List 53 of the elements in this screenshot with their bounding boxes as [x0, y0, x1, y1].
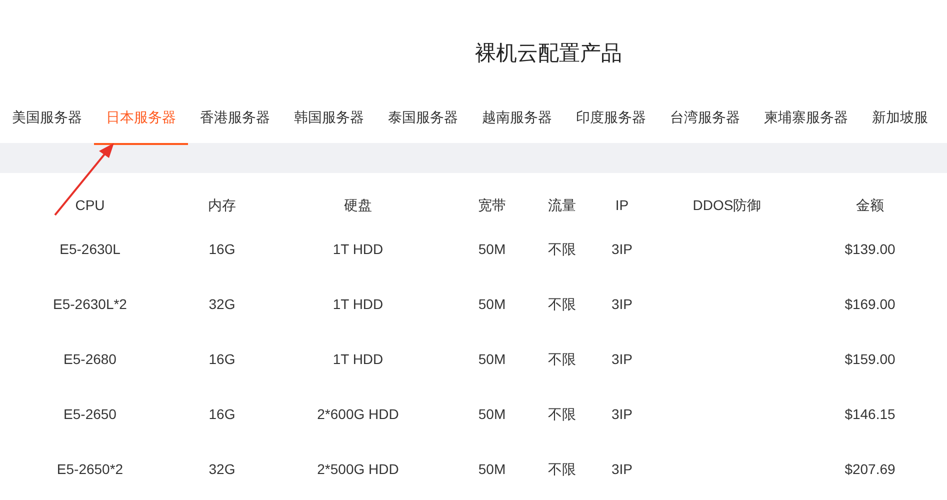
column-header: 宽带	[478, 197, 506, 213]
region-tab[interactable]: 柬埔寨服务器	[752, 90, 860, 145]
region-tab[interactable]: 香港服务器	[188, 90, 282, 145]
region-tab[interactable]: 台湾服务器	[658, 90, 752, 145]
table-cell-text: 不限	[548, 295, 576, 314]
region-tab[interactable]: 印度服务器	[564, 90, 658, 145]
table-cell-text: $169.00	[844, 295, 896, 314]
table-cell-text: 32G	[208, 460, 236, 479]
table-cell-text: 50M	[478, 240, 506, 259]
table-cell-text: E5-2680	[64, 350, 116, 369]
region-tab[interactable]: 韩国服务器	[282, 90, 376, 145]
table-cell-text: E5-2650*2	[56, 460, 124, 479]
page-title: 裸机云配置产品	[475, 41, 622, 67]
region-tab[interactable]: 美国服务器	[0, 90, 94, 145]
column-header: 内存	[208, 197, 236, 213]
table-cell-text: 3IP	[611, 460, 632, 479]
table-cell-text: $139.00	[844, 240, 896, 259]
region-tab[interactable]: 新加坡服	[860, 90, 940, 145]
table-cell-text: 50M	[478, 295, 506, 314]
table-cell-text: 不限	[548, 460, 576, 479]
column-header: DDOS防御	[692, 197, 762, 213]
column-header: 金额	[856, 197, 884, 213]
table-cell-text: 1T HDD	[332, 240, 384, 259]
table-cell-text: $159.00	[844, 350, 896, 369]
column-header: 硬盘	[344, 197, 372, 213]
region-tab[interactable]: 越南服务器	[470, 90, 564, 145]
table-cell-text: 16G	[208, 350, 236, 369]
table-cell-text: E5-2630L	[60, 240, 120, 259]
region-tab[interactable]: 泰国服务器	[376, 90, 470, 145]
table-cell-text: $207.69	[844, 460, 896, 479]
column-header: IP	[615, 197, 629, 213]
column-header: 流量	[548, 197, 576, 213]
table-cell-text: 3IP	[611, 405, 632, 424]
column-header: CPU	[75, 197, 105, 213]
table-cell-text: $146.15	[844, 405, 896, 424]
table-cell-text: E5-2650	[64, 405, 116, 424]
table-cell-text: 32G	[208, 295, 236, 314]
table-cell-text: 不限	[548, 240, 576, 259]
table-cell-text: 50M	[478, 460, 506, 479]
table-cell-text: 50M	[478, 405, 506, 424]
table-cell-text: 1T HDD	[332, 295, 384, 314]
table-cell-text: 3IP	[611, 295, 632, 314]
table-cell-text: E5-2630L*2	[53, 295, 127, 314]
table-cell-text: 2*500G HDD	[317, 460, 399, 479]
table-cell-text: 3IP	[611, 350, 632, 369]
table-cell-text: 1T HDD	[332, 350, 384, 369]
table-cell-text: 3IP	[611, 240, 632, 259]
table-cell-text: 不限	[548, 405, 576, 424]
table-cell-text: 50M	[478, 350, 506, 369]
table-cell-text: 16G	[208, 405, 236, 424]
table-cell-text: 2*600G HDD	[317, 405, 399, 424]
table-cell-text: 不限	[548, 350, 576, 369]
table-cell-text: 16G	[208, 240, 236, 259]
